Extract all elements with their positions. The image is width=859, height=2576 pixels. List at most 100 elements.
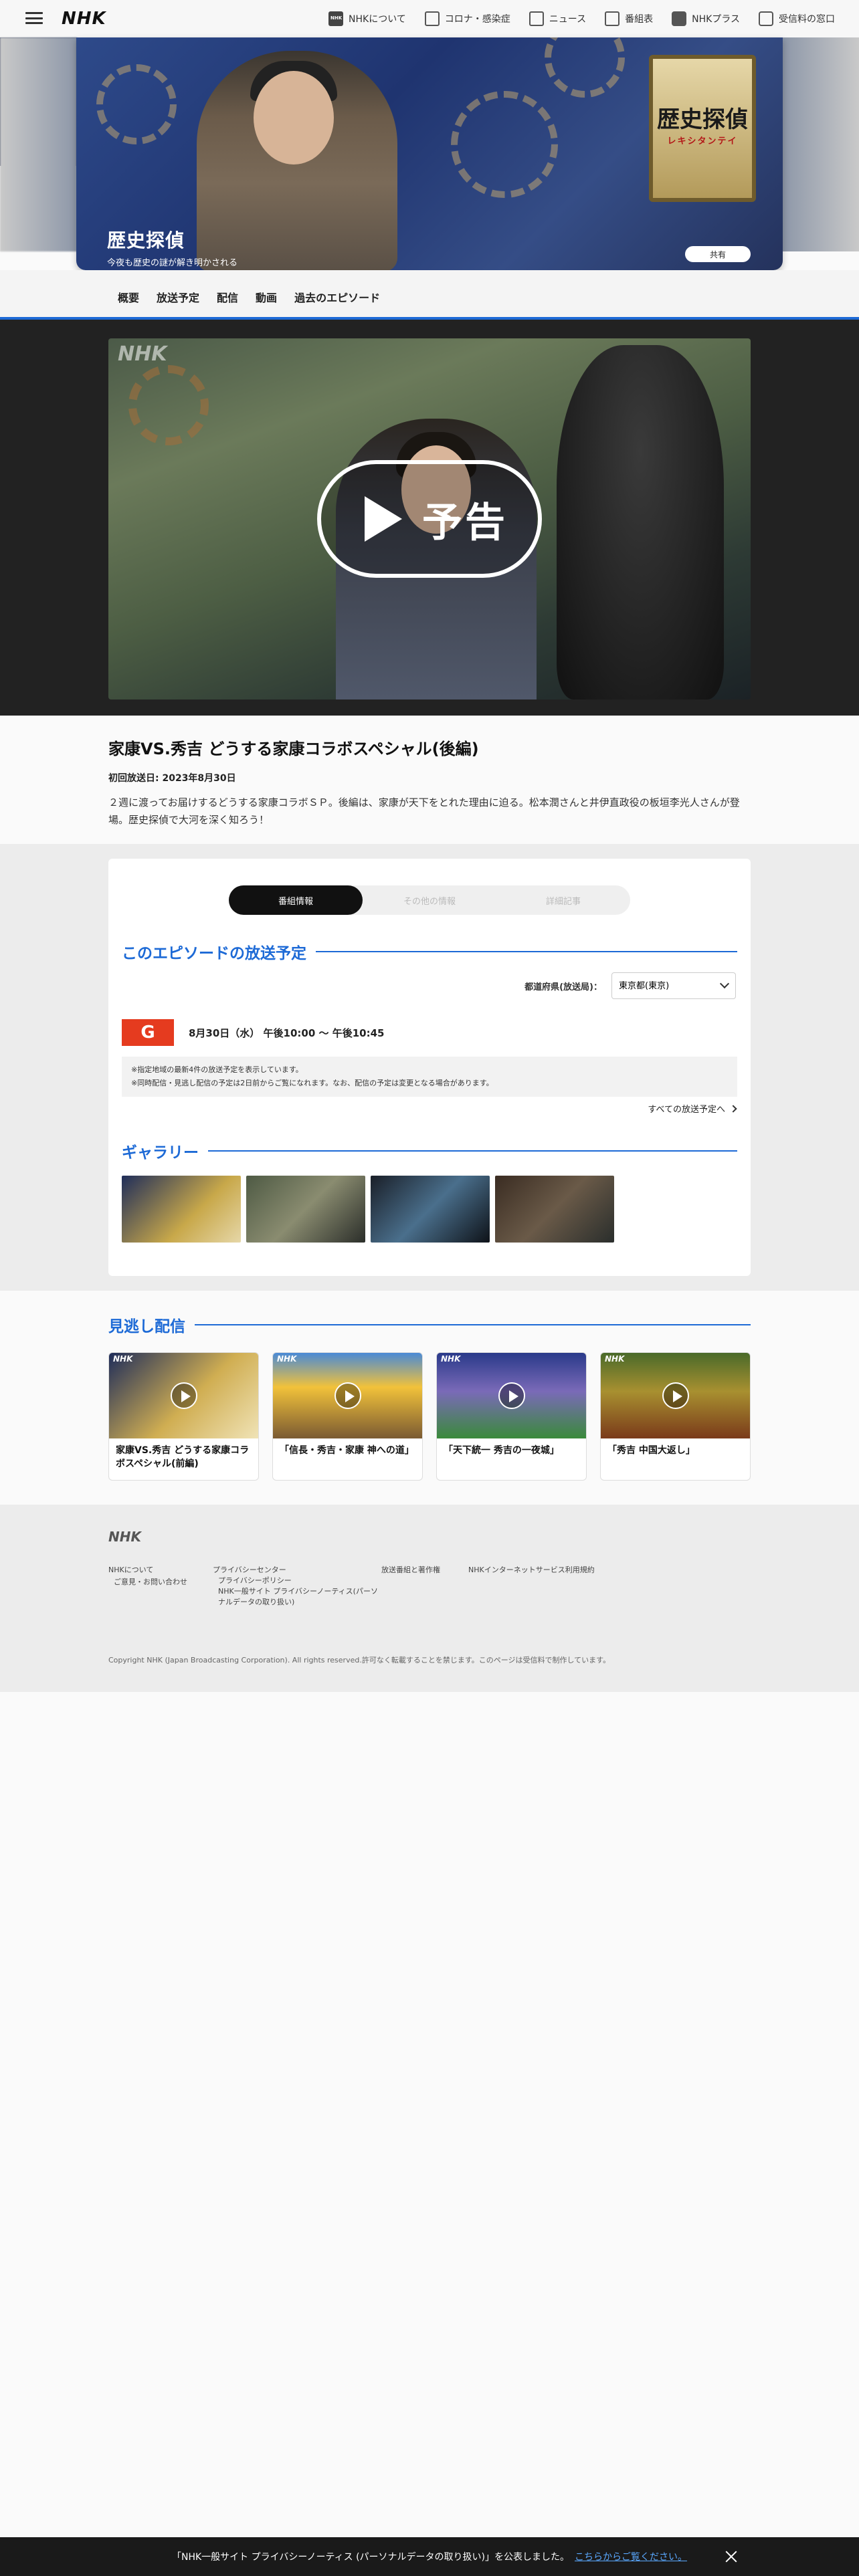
gallery-heading-row: ギャラリー: [122, 1140, 737, 1162]
heading-rule: [316, 951, 737, 952]
nhk-logo[interactable]: NHK: [62, 9, 106, 29]
gallery-heading: ギャラリー: [122, 1144, 199, 1162]
privacy-notice-bar: 「NHK一般サイト プライバシーノーティス (パーソナルデータの取り扱い)」を公…: [0, 2537, 859, 2576]
notice-link[interactable]: こちらからご覧ください。: [575, 2550, 687, 2563]
all-schedule-link[interactable]: すべての放送予定へ: [648, 1102, 737, 1115]
schedule-row: G 8月30日（水） 午後10:00 ～ 午後10:45: [122, 1019, 384, 1046]
episode-title: 家康VS.秀吉 どうする家康コラボスペシャル(後編): [108, 740, 479, 758]
tab-program-info[interactable]: 番組情報: [229, 885, 363, 915]
chevron-right-icon: [729, 1104, 737, 1113]
broadcast-time: 8月30日（水） 午後10:00 ～ 午後10:45: [189, 1027, 385, 1039]
footer-nhk-logo[interactable]: NHK: [108, 1529, 141, 1545]
tab-other-info[interactable]: その他の情報: [363, 885, 496, 915]
play-icon: [171, 1382, 197, 1409]
catchup-card[interactable]: NHK 「信長・秀吉・家康 神への道」: [272, 1352, 423, 1481]
region-select-wrap: 東京都(東京): [611, 972, 736, 999]
catchup-thumbnail: NHK: [273, 1353, 422, 1438]
hero-side-left: [0, 37, 77, 251]
catchup-heading: 見逃し配信: [108, 1318, 185, 1335]
region-select[interactable]: 東京都(東京): [611, 972, 736, 999]
play-icon: [498, 1382, 525, 1409]
catchup-card[interactable]: NHK 家康VS.秀吉 どうする家康コラボスペシャル(前編): [108, 1352, 259, 1481]
catchup-list: NHK 家康VS.秀吉 どうする家康コラボスペシャル(前編) NHK 「信長・秀…: [108, 1352, 751, 1481]
footer-link-privacy-center[interactable]: プライバシーセンター: [213, 1565, 286, 1576]
heading-rule: [195, 1324, 751, 1325]
news-icon: [529, 11, 544, 26]
subnav-streaming[interactable]: 配信: [217, 289, 238, 305]
close-icon[interactable]: [724, 2549, 739, 2564]
subnav-past-episodes[interactable]: 過去のエピソード: [294, 289, 380, 305]
info-tabs: 番組情報 その他の情報 詳細記事: [229, 885, 630, 915]
catchup-thumbnail: NHK: [437, 1353, 586, 1438]
tab-detail-articles[interactable]: 詳細記事: [496, 885, 630, 915]
site-footer: NHK NHKについて ご意見・お問い合わせ プライバシーセンター プライバシー…: [0, 1505, 859, 1692]
gear-decoration: [96, 64, 177, 144]
top-header: NHK NHKについて コロナ・感染症 ニュース 番組表 NHKプラス 受信料の…: [0, 0, 859, 37]
footer-link-terms[interactable]: NHKインターネットサービス利用規約: [468, 1565, 595, 1576]
trailer-video[interactable]: NHK 予告: [108, 338, 751, 700]
footer-link-privacy-policy[interactable]: プライバシーポリシー: [218, 1576, 292, 1586]
schedule-note: ※指定地域の最新4件の放送予定を表示しています。: [131, 1065, 303, 1074]
catchup-thumbnail: NHK: [601, 1353, 750, 1438]
program-title: 歴史探偵: [107, 229, 185, 251]
region-label: 都道府県(放送局)：: [524, 982, 602, 992]
catchup-card[interactable]: NHK 「秀吉 中国大返し」: [600, 1352, 751, 1481]
play-icon: [365, 496, 402, 542]
hamburger-menu-icon[interactable]: [25, 9, 43, 27]
footer-link-broadcast-rights[interactable]: 放送番組と著作権: [381, 1565, 440, 1576]
play-icon: [662, 1382, 689, 1409]
catchup-heading-row: 見逃し配信: [108, 1313, 751, 1336]
program-tagline: 今夜も歴史の謎が解き明かされる: [107, 258, 238, 268]
program-guide-icon: [605, 11, 620, 26]
nav-about-nhk[interactable]: NHKについて: [328, 11, 406, 26]
top-nav: NHKについて コロナ・感染症 ニュース 番組表 NHKプラス 受信料の窓口: [328, 0, 835, 37]
episode-description: ２週に渡ってお届けするどうする家康コラボＳＰ。後編は、家康が天下をとれた理由に迫…: [108, 796, 740, 826]
subnav-videos[interactable]: 動画: [256, 289, 277, 305]
play-icon: [335, 1382, 361, 1409]
play-label: 予告: [422, 499, 508, 546]
nhk-watermark: NHK: [118, 342, 167, 366]
gallery-image[interactable]: [371, 1176, 490, 1243]
gear-decoration: [545, 37, 625, 98]
nhk-plus-icon: [672, 11, 687, 26]
subnav-schedule[interactable]: 放送予定: [157, 289, 199, 305]
channel-badge: G: [122, 1019, 174, 1046]
hero-side-right: [782, 37, 859, 251]
fee-window-icon: [759, 11, 773, 26]
share-button[interactable]: 共有: [685, 246, 751, 262]
nav-fee-window[interactable]: 受信料の窓口: [759, 11, 835, 26]
gallery-strip: [122, 1176, 614, 1243]
gallery-image[interactable]: [246, 1176, 365, 1243]
program-emblem: 歴史探偵 レキシタンテイ: [649, 55, 756, 202]
footer-link-contact[interactable]: ご意見・お問い合わせ: [114, 1577, 187, 1588]
catchup-thumbnail: NHK: [109, 1353, 258, 1438]
schedule-heading: このエピソードの放送予定: [122, 945, 306, 962]
catchup-section: 見逃し配信 NHK 家康VS.秀吉 どうする家康コラボスペシャル(前編) NHK…: [108, 1313, 751, 1481]
nav-nhk-plus[interactable]: NHKプラス: [672, 11, 740, 26]
schedule-notes: ※指定地域の最新4件の放送予定を表示しています。 ※同時配信・見逃し配信の予定は…: [122, 1057, 737, 1097]
catchup-card[interactable]: NHK 「天下統一 秀吉の一夜城」: [436, 1352, 587, 1481]
first-aired-date: 初回放送日: 2023年8月30日: [108, 773, 236, 784]
play-trailer-button[interactable]: 予告: [317, 460, 542, 578]
catchup-title: 「天下統一 秀吉の一夜城」: [444, 1445, 559, 1456]
samurai-armor: [557, 345, 724, 700]
nav-corona[interactable]: コロナ・感染症: [424, 11, 510, 26]
schedule-heading-row: このエピソードの放送予定: [122, 940, 737, 963]
catchup-title: 家康VS.秀吉 どうする家康コラボスペシャル(前編): [116, 1445, 250, 1469]
subnav-overview[interactable]: 概要: [118, 289, 139, 305]
schedule-note: ※同時配信・見逃し配信の予定は2日前からご覧になれます。なお、配信の予定は変更と…: [131, 1079, 494, 1087]
nav-program-guide[interactable]: 番組表: [605, 11, 653, 26]
nhk-icon: [328, 11, 344, 26]
footer-link-privacy-notice[interactable]: NHK一般サイト プライバシーノーティス(パーソナルデータの取り扱い): [218, 1586, 379, 1608]
gallery-image[interactable]: [122, 1176, 241, 1243]
gear-decoration: [128, 365, 209, 445]
footer-link-about[interactable]: NHKについて: [108, 1565, 153, 1576]
episode-detail-card: 番組情報 その他の情報 詳細記事 このエピソードの放送予定 都道府県(放送局)：…: [108, 859, 751, 1276]
corona-icon: [424, 11, 440, 26]
nav-news[interactable]: ニュース: [529, 11, 586, 26]
gear-decoration: [451, 91, 558, 198]
program-hero-banner: 歴史探偵 レキシタンテイ 歴史探偵 今夜も歴史の謎が解き明かされる 共有: [76, 37, 783, 270]
region-selector: 都道府県(放送局)： 東京都(東京): [524, 972, 736, 999]
gallery-image[interactable]: [495, 1176, 614, 1243]
heading-rule: [208, 1150, 737, 1152]
